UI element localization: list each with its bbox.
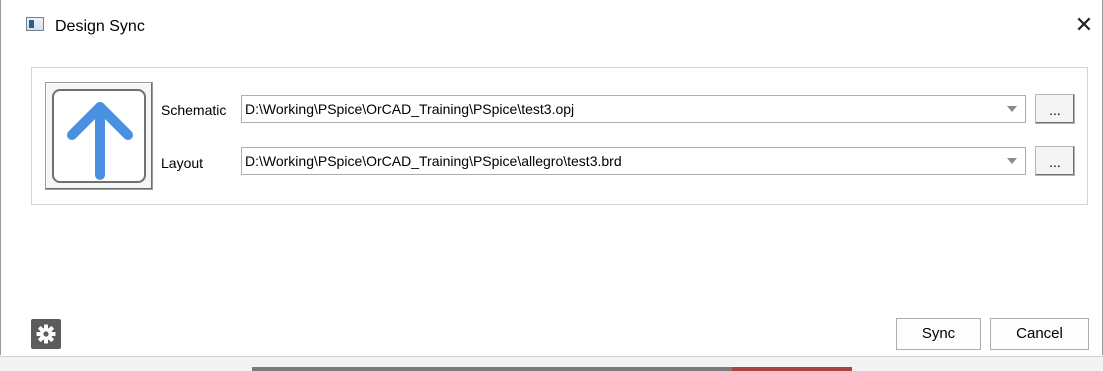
layout-label: Layout <box>161 155 204 171</box>
sync-direction-button[interactable] <box>45 82 153 190</box>
window-title: Design Sync <box>55 18 145 35</box>
gear-icon <box>36 324 56 344</box>
file-selection-group <box>31 67 1088 205</box>
schematic-path-value: D:\Working\PSpice\OrCAD_Training\PSpice\… <box>245 101 575 117</box>
layout-path-combo[interactable]: D:\Working\PSpice\OrCAD_Training\PSpice\… <box>241 147 1026 175</box>
app-window-icon <box>26 17 44 31</box>
layout-browse-button[interactable]: ... <box>1035 146 1075 176</box>
chevron-down-icon[interactable] <box>1007 158 1017 164</box>
cancel-button[interactable]: Cancel <box>990 318 1089 350</box>
chevron-down-icon[interactable] <box>1007 106 1017 112</box>
design-sync-dialog: Design Sync ✕ Schematic D:\Working\PSpic… <box>0 0 1103 355</box>
close-icon[interactable]: ✕ <box>1069 10 1099 40</box>
schematic-label: Schematic <box>161 102 227 118</box>
title-bar: Design Sync ✕ <box>1 0 1102 52</box>
layout-path-value: D:\Working\PSpice\OrCAD_Training\PSpice\… <box>245 153 622 169</box>
schematic-path-combo[interactable]: D:\Working\PSpice\OrCAD_Training\PSpice\… <box>241 95 1026 123</box>
sync-button[interactable]: Sync <box>896 318 981 350</box>
background-window-strip <box>0 356 1103 371</box>
arrow-up-icon <box>67 102 133 180</box>
settings-button[interactable] <box>31 319 61 349</box>
schematic-browse-button[interactable]: ... <box>1035 94 1075 124</box>
